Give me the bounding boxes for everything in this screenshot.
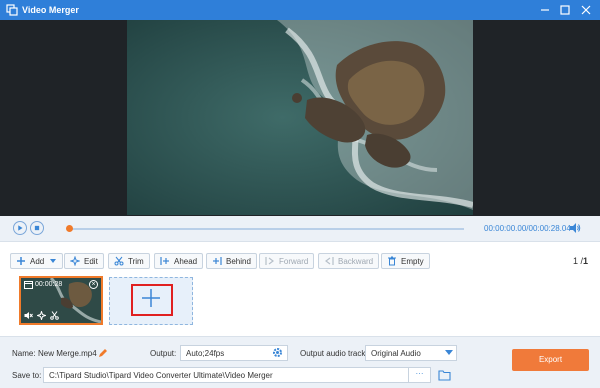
video-preview-area xyxy=(0,20,600,216)
clip-trim-icon[interactable] xyxy=(50,311,59,320)
save-path-value: C:\Tipard Studio\Tipard Video Converter … xyxy=(49,371,273,380)
save-to-label: Save to: xyxy=(12,371,42,380)
backward-label: Backward xyxy=(338,256,374,266)
maximize-icon[interactable] xyxy=(558,3,572,17)
backward-icon xyxy=(325,257,334,265)
browse-label: ··· xyxy=(415,369,424,378)
backward-button[interactable]: Backward xyxy=(318,253,380,269)
trash-icon xyxy=(388,256,396,266)
clip-effect-icon[interactable] xyxy=(37,311,46,320)
merge-toolbar: Add Edit Trim Ahead Behind Forward Backw… xyxy=(0,243,600,335)
trim-icon xyxy=(114,256,124,266)
app-icon xyxy=(6,4,18,16)
add-button[interactable]: Add xyxy=(10,253,64,269)
gear-icon[interactable] xyxy=(272,347,283,358)
chevron-down-icon[interactable] xyxy=(49,257,57,265)
behind-icon xyxy=(213,257,222,265)
edit-icon xyxy=(70,256,80,266)
audio-track-label: Output audio track: xyxy=(300,349,368,358)
export-button[interactable]: Export xyxy=(512,349,589,371)
clip-duration: 00:00:28 xyxy=(35,281,63,288)
trim-label: Trim xyxy=(128,256,144,266)
volume-icon[interactable] xyxy=(569,222,581,234)
clip-volume-icon[interactable] xyxy=(24,311,33,320)
forward-button[interactable]: Forward xyxy=(259,253,315,269)
browse-button[interactable]: ··· xyxy=(408,367,431,383)
add-label: Add xyxy=(30,256,45,266)
page-total: 1 xyxy=(583,256,589,266)
progress-knob[interactable] xyxy=(66,225,73,232)
forward-label: Forward xyxy=(279,256,309,266)
output-label: Output: xyxy=(150,349,177,358)
edit-label: Edit xyxy=(84,256,98,266)
add-clip-box[interactable] xyxy=(109,277,193,325)
forward-icon xyxy=(265,257,274,265)
ahead-label: Ahead xyxy=(174,256,198,266)
edit-button[interactable]: Edit xyxy=(64,253,104,269)
empty-label: Empty xyxy=(401,256,424,266)
title-bar: Video Merger xyxy=(0,0,600,20)
empty-button[interactable]: Empty xyxy=(381,253,430,269)
video-clip-icon xyxy=(24,281,33,289)
behind-button[interactable]: Behind xyxy=(206,253,257,269)
close-icon[interactable] xyxy=(579,3,593,17)
page-current: 1 xyxy=(573,256,579,266)
chevron-down-icon[interactable] xyxy=(445,350,453,356)
name-label: Name: xyxy=(12,349,36,358)
current-time: 00:00:00.00 xyxy=(484,224,527,233)
playback-bar: 00:00:00.00/00:00:28.04 xyxy=(0,216,600,242)
total-duration: 00:00:28.04 xyxy=(528,224,571,233)
clip-remove-icon[interactable]: × xyxy=(89,280,98,289)
audio-track-select[interactable]: Original Audio xyxy=(365,345,457,361)
plus-icon xyxy=(17,257,25,265)
time-display: 00:00:00.00/00:00:28.04 xyxy=(484,224,571,233)
minimize-icon[interactable] xyxy=(538,3,552,17)
save-path-field[interactable]: C:\Tipard Studio\Tipard Video Converter … xyxy=(43,367,431,383)
video-frame xyxy=(127,20,473,215)
ahead-icon xyxy=(160,257,169,265)
output-format-value: Auto;24fps xyxy=(186,349,225,358)
folder-icon[interactable] xyxy=(438,369,451,381)
export-label: Export xyxy=(538,355,563,364)
file-name: New Merge.mp4 xyxy=(38,349,97,358)
behind-label: Behind xyxy=(226,256,251,266)
plus-icon[interactable] xyxy=(141,288,161,308)
audio-track-value: Original Audio xyxy=(371,349,421,358)
output-settings-bar: Name: New Merge.mp4 Output: Auto;24fps O… xyxy=(0,336,600,388)
trim-button[interactable]: Trim xyxy=(108,253,150,269)
window-title: Video Merger xyxy=(22,5,79,15)
ahead-button[interactable]: Ahead xyxy=(154,253,204,269)
page-indicator: 1 /1 xyxy=(573,256,588,266)
progress-track[interactable] xyxy=(68,228,464,230)
pencil-icon[interactable] xyxy=(98,348,108,358)
stop-icon[interactable] xyxy=(30,221,44,235)
video-clip-thumbnail[interactable]: 00:00:28 × xyxy=(19,276,103,325)
play-icon[interactable] xyxy=(13,221,27,235)
